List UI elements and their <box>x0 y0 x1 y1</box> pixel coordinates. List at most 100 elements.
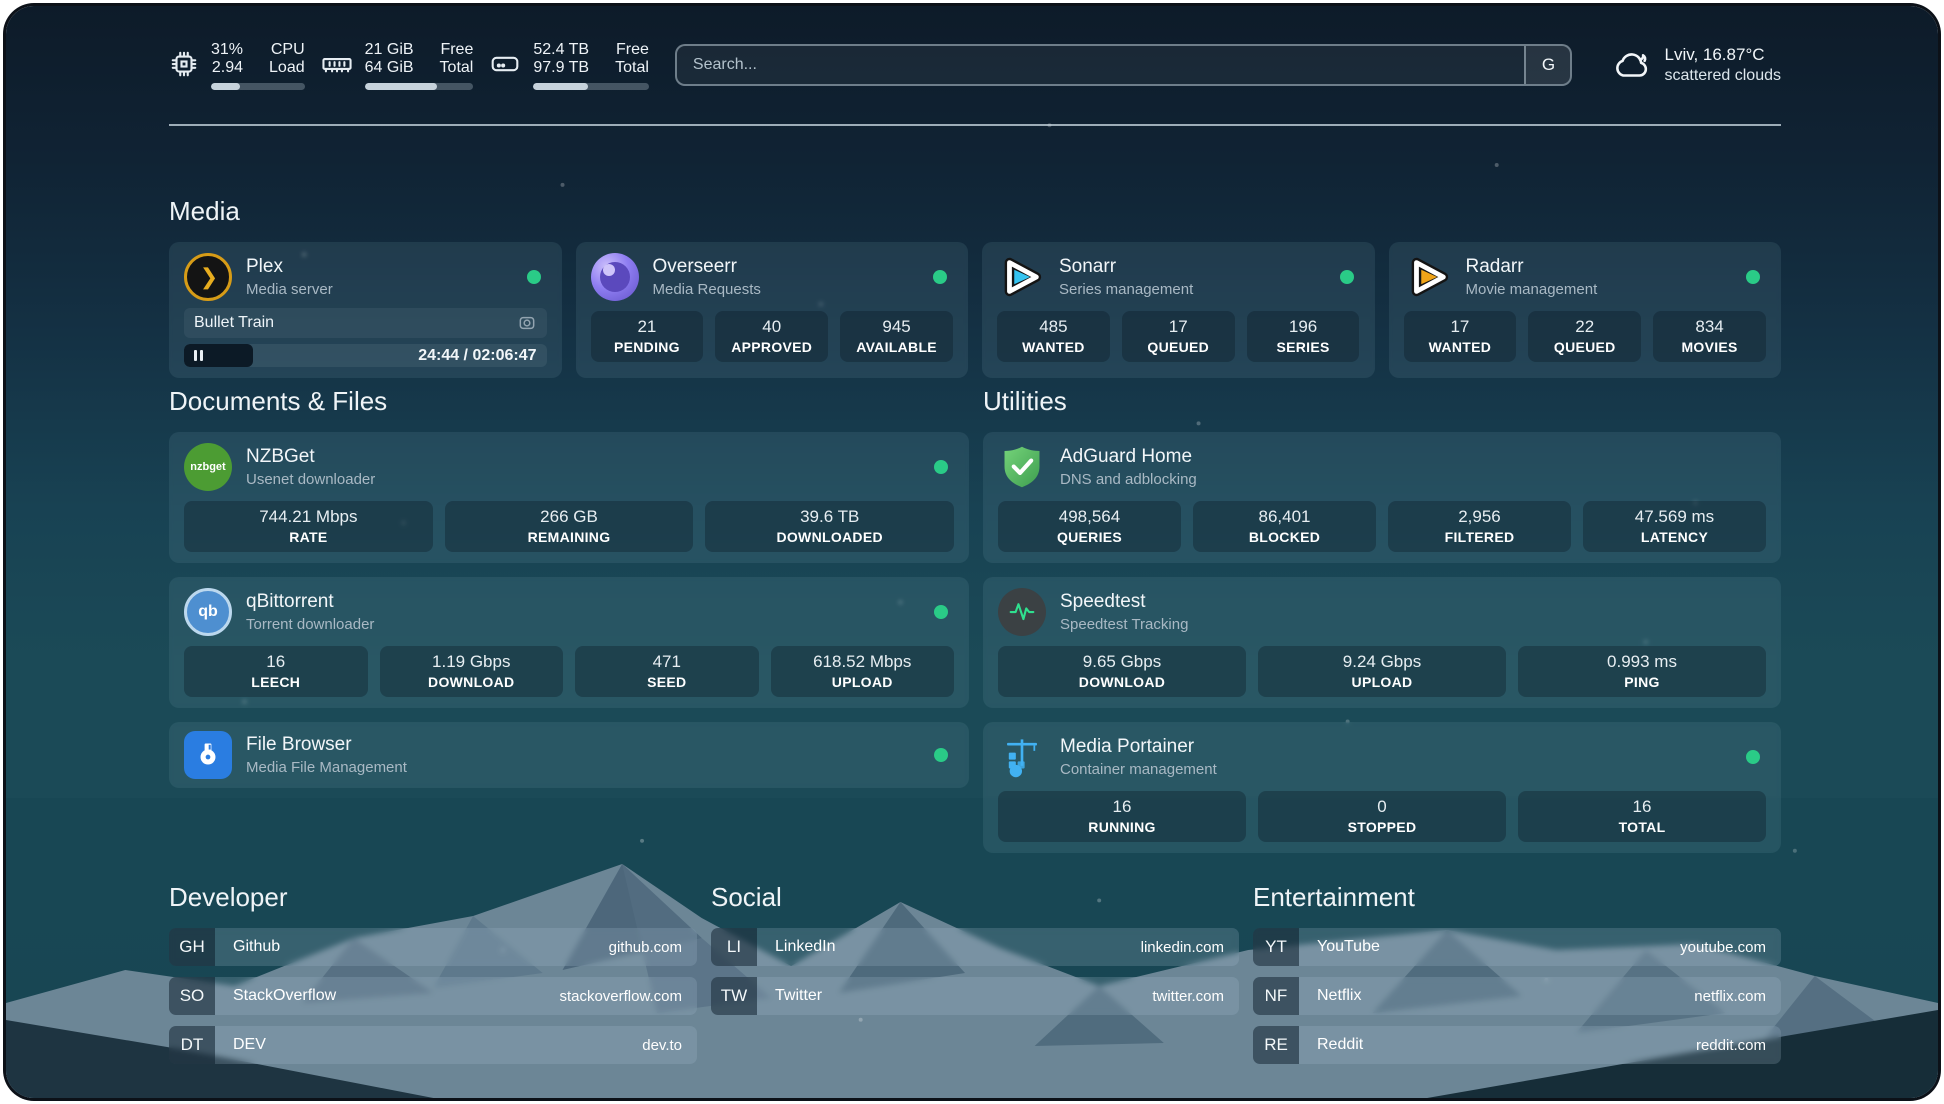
section-developer: Developer GH Github github.com SO StackO… <box>169 882 697 1075</box>
search-input[interactable] <box>677 46 1525 84</box>
app-card-overseerr[interactable]: Overseerr Media Requests 21 PENDING 40 A… <box>576 242 969 378</box>
stat-downloaded: 39.6 TB DOWNLOADED <box>705 501 954 552</box>
cpu-label: CPU <box>269 41 305 59</box>
section-title-entertainment: Entertainment <box>1253 882 1781 913</box>
playback-progress[interactable]: 24:44 / 02:06:47 <box>184 344 547 367</box>
stat-rate: 744.21 Mbps RATE <box>184 501 433 552</box>
bookmark-reddit[interactable]: RE Reddit reddit.com <box>1253 1026 1781 1064</box>
status-dot <box>934 460 948 474</box>
stat-stopped: 0 STOPPED <box>1258 791 1506 842</box>
app-desc: Movie management <box>1466 280 1598 300</box>
speedtest-icon <box>998 588 1046 636</box>
bookmark-name: Twitter <box>775 987 822 1005</box>
app-name: NZBGet <box>246 445 375 470</box>
portainer-icon <box>998 733 1046 781</box>
app-card-sonarr[interactable]: Sonarr Series management 485 WANTED 17 Q… <box>982 242 1375 378</box>
stat-wanted: 485 WANTED <box>997 311 1110 362</box>
bookmark-stackoverflow[interactable]: SO StackOverflow stackoverflow.com <box>169 977 697 1015</box>
app-card-nzbget[interactable]: nzbget NZBGet Usenet downloader 744.21 M… <box>169 432 969 563</box>
bookmark-name: YouTube <box>1317 938 1380 956</box>
bookmark-abbr: SO <box>169 977 215 1015</box>
qbittorrent-icon: qb <box>184 588 232 636</box>
bookmark-abbr: RE <box>1253 1026 1299 1064</box>
bookmark-url: twitter.com <box>1152 988 1224 1005</box>
app-card-adguard[interactable]: AdGuard Home DNS and adblocking 498,564 … <box>983 432 1781 563</box>
stat-queries: 498,564 QUERIES <box>998 501 1181 552</box>
section-documents: Documents & Files nzbget NZBGet Usenet d… <box>169 386 969 788</box>
app-name: Overseerr <box>653 255 761 280</box>
status-dot <box>934 748 948 762</box>
stat-filtered: 2,956 FILTERED <box>1388 501 1571 552</box>
bookmark-dev[interactable]: DT DEV dev.to <box>169 1026 697 1064</box>
app-card-speedtest[interactable]: Speedtest Speedtest Tracking 9.65 Gbps D… <box>983 577 1781 708</box>
disk-icon <box>489 49 521 79</box>
stat-running: 16 RUNNING <box>998 791 1246 842</box>
bookmark-abbr: NF <box>1253 977 1299 1015</box>
playback-progress-fill <box>184 344 253 367</box>
cpu-progress-fill <box>211 83 240 90</box>
stat-latency: 47.569 ms LATENCY <box>1583 501 1766 552</box>
bookmark-name: Github <box>233 938 280 956</box>
app-desc: Media server <box>246 280 333 300</box>
cpu-progress-track <box>211 83 305 90</box>
section-title-utilities: Utilities <box>983 386 1781 417</box>
bookmark-abbr: YT <box>1253 928 1299 966</box>
app-card-qbittorrent[interactable]: qb qBittorrent Torrent downloader 16 LEE… <box>169 577 969 708</box>
section-social: Social LI LinkedIn linkedin.com TW Twitt… <box>711 882 1239 1026</box>
disk-free-value: 52.4 TB <box>533 41 589 59</box>
ram-icon <box>321 49 353 79</box>
bookmark-url: reddit.com <box>1696 1037 1766 1054</box>
stat-upload: 618.52 Mbps UPLOAD <box>771 646 955 697</box>
status-dot <box>1746 270 1760 284</box>
bookmark-linkedin[interactable]: LI LinkedIn linkedin.com <box>711 928 1239 966</box>
status-dot <box>527 270 541 284</box>
bookmark-youtube[interactable]: YT YouTube youtube.com <box>1253 928 1781 966</box>
status-dot <box>934 605 948 619</box>
stat-upload: 9.24 Gbps UPLOAD <box>1258 646 1506 697</box>
app-card-portainer[interactable]: Media Portainer Container management 16 … <box>983 722 1781 853</box>
stat-total: 16 TOTAL <box>1518 791 1766 842</box>
ram-stat: 21 GiB 64 GiB Free Total <box>321 41 474 90</box>
cpu-icon <box>169 49 199 79</box>
app-name: Media Portainer <box>1060 735 1217 760</box>
search-bar: G <box>675 44 1573 86</box>
playback-time: 24:44 / 02:06:47 <box>418 347 536 365</box>
disk-progress-track <box>533 83 649 90</box>
app-desc: Media File Management <box>246 758 407 778</box>
ram-free-value: 21 GiB <box>365 41 414 59</box>
radarr-icon <box>1404 253 1452 301</box>
disk-total-value: 97.9 TB <box>533 59 589 77</box>
app-name: Plex <box>246 255 333 280</box>
app-card-plex[interactable]: Plex Media server Bullet Train 24:44 / 0 <box>169 242 562 378</box>
bookmark-name: Netflix <box>1317 987 1361 1005</box>
bookmark-github[interactable]: GH Github github.com <box>169 928 697 966</box>
app-card-filebrowser[interactable]: File Browser Media File Management <box>169 722 969 788</box>
app-desc: Speedtest Tracking <box>1060 615 1188 635</box>
pause-icon[interactable] <box>194 350 203 361</box>
app-desc: Torrent downloader <box>246 615 374 635</box>
stat-pending: 21 PENDING <box>591 311 704 362</box>
bookmark-name: LinkedIn <box>775 938 836 956</box>
overseerr-icon <box>591 253 639 301</box>
ram-progress-fill <box>365 83 438 90</box>
weather-widget: Lviv, 16.87°C scattered clouds <box>1608 44 1781 86</box>
bookmark-twitter[interactable]: TW Twitter twitter.com <box>711 977 1239 1015</box>
app-card-radarr[interactable]: Radarr Movie management 17 WANTED 22 QUE… <box>1389 242 1782 378</box>
ram-total-label: Total <box>440 59 474 77</box>
status-dot <box>1340 270 1354 284</box>
stat-seed: 471 SEED <box>575 646 759 697</box>
now-playing-title: Bullet Train <box>194 314 274 332</box>
app-name: Speedtest <box>1060 590 1188 615</box>
app-desc: Series management <box>1059 280 1193 300</box>
app-name: AdGuard Home <box>1060 445 1197 470</box>
search-engine-button[interactable]: G <box>1524 46 1570 84</box>
cloud-icon <box>1608 48 1650 82</box>
now-playing-bar: Bullet Train <box>184 308 547 338</box>
stat-queued: 17 QUEUED <box>1122 311 1235 362</box>
ram-total-value: 64 GiB <box>365 59 414 77</box>
bookmark-url: stackoverflow.com <box>559 988 682 1005</box>
disk-stat: 52.4 TB 97.9 TB Free Total <box>489 41 649 90</box>
bookmark-netflix[interactable]: NF Netflix netflix.com <box>1253 977 1781 1015</box>
section-title-media: Media <box>169 196 1781 227</box>
stat-wanted: 17 WANTED <box>1404 311 1517 362</box>
